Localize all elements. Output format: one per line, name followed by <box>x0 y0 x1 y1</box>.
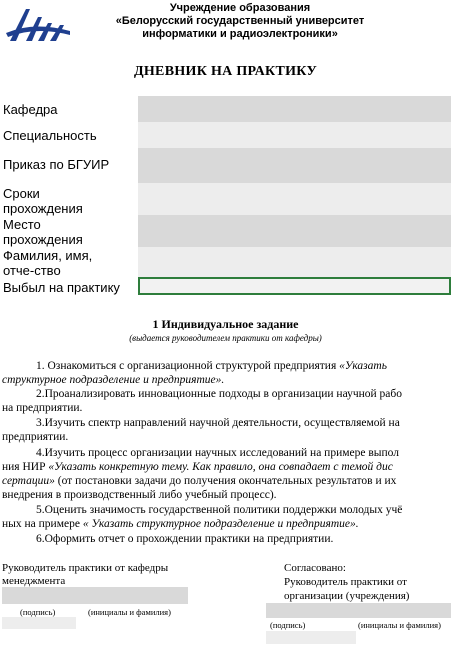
left-date-field[interactable] <box>2 617 76 629</box>
specialty-field[interactable] <box>138 122 451 148</box>
task-4-line-3: сертации» (от постановки задачи до получ… <box>2 475 397 487</box>
terms-field[interactable] <box>138 183 451 215</box>
university-logo-icon <box>4 3 84 45</box>
department-label: Кафедра <box>3 102 58 117</box>
left-signer-label-1: Руководитель практики от кафедры <box>2 562 169 574</box>
section-subtitle: (выдается руководителем практики от кафе… <box>129 333 322 343</box>
terms-label-2: прохождения <box>3 201 83 216</box>
right-signer-label-2: организации (учреждения) <box>284 590 410 602</box>
left-sign-caption: (подпись) <box>20 607 56 617</box>
right-sign-caption: (подпись) <box>270 620 306 630</box>
task-3-line-2: предприятии. <box>2 431 69 443</box>
specialty-label: Специальность <box>3 128 97 143</box>
place-field[interactable] <box>138 215 451 247</box>
header-line-2: «Белорусский государственный университет <box>115 15 365 27</box>
task-4-line-2: ния НИР «Указать конкретную тему. Как пр… <box>2 461 393 473</box>
task-4-line-4: внедрения в производственный либо учебны… <box>2 489 277 501</box>
place-label-2: прохождения <box>3 232 83 247</box>
issued-label: Выбыл на практику <box>3 280 120 295</box>
task-2-line-1: 2.Проанализировать инновационные подходы… <box>36 388 403 400</box>
task-1-line-2: структурное подразделение и предприятие»… <box>2 374 225 386</box>
header-line-3: информатики и радиоэлектроники» <box>142 28 338 40</box>
task-6: 6.Оформить отчет о прохождении практики … <box>36 533 334 545</box>
left-signer-label-2: менеджмента <box>2 575 66 587</box>
task-5-line-1: 5.Оценить значимость государственной пол… <box>36 504 403 516</box>
header-line-1: Учреждение образования <box>169 2 311 14</box>
name-field[interactable] <box>138 247 451 277</box>
section-title: 1 Индивидуальное задание <box>152 317 299 331</box>
right-agreed-label: Согласовано: <box>284 562 346 574</box>
terms-label-1: Сроки <box>3 186 40 201</box>
name-label-1: Фамилия, имя, <box>3 248 93 263</box>
left-name-caption: (инициалы и фамилия) <box>88 607 171 617</box>
right-signature-field[interactable] <box>266 603 451 618</box>
task-3-line-1: 3.Изучить спектр направлений научной дея… <box>36 417 400 429</box>
task-1-line-1: 1. Ознакомиться с организационной структ… <box>36 360 387 372</box>
name-label-2: отче-ство <box>3 263 61 278</box>
task-5-line-2: ных на примере « Указать структурное под… <box>2 518 359 530</box>
right-date-field[interactable] <box>266 631 356 644</box>
order-field[interactable] <box>138 148 451 183</box>
left-signature-field[interactable] <box>2 587 188 604</box>
page-title: ДНЕВНИК НА ПРАКТИКУ <box>133 64 318 79</box>
right-name-caption: (инициалы и фамилия) <box>358 620 441 630</box>
task-2-line-2: на предприятии. <box>2 402 83 414</box>
order-label: Приказ по БГУИР <box>3 157 110 172</box>
task-4-line-1: 4.Изучить процесс организации научных ис… <box>36 447 400 459</box>
right-signer-label-1: Руководитель практики от <box>284 576 407 588</box>
place-label-1: Место <box>3 217 41 232</box>
department-field[interactable] <box>138 96 451 122</box>
issued-field[interactable] <box>138 277 451 295</box>
